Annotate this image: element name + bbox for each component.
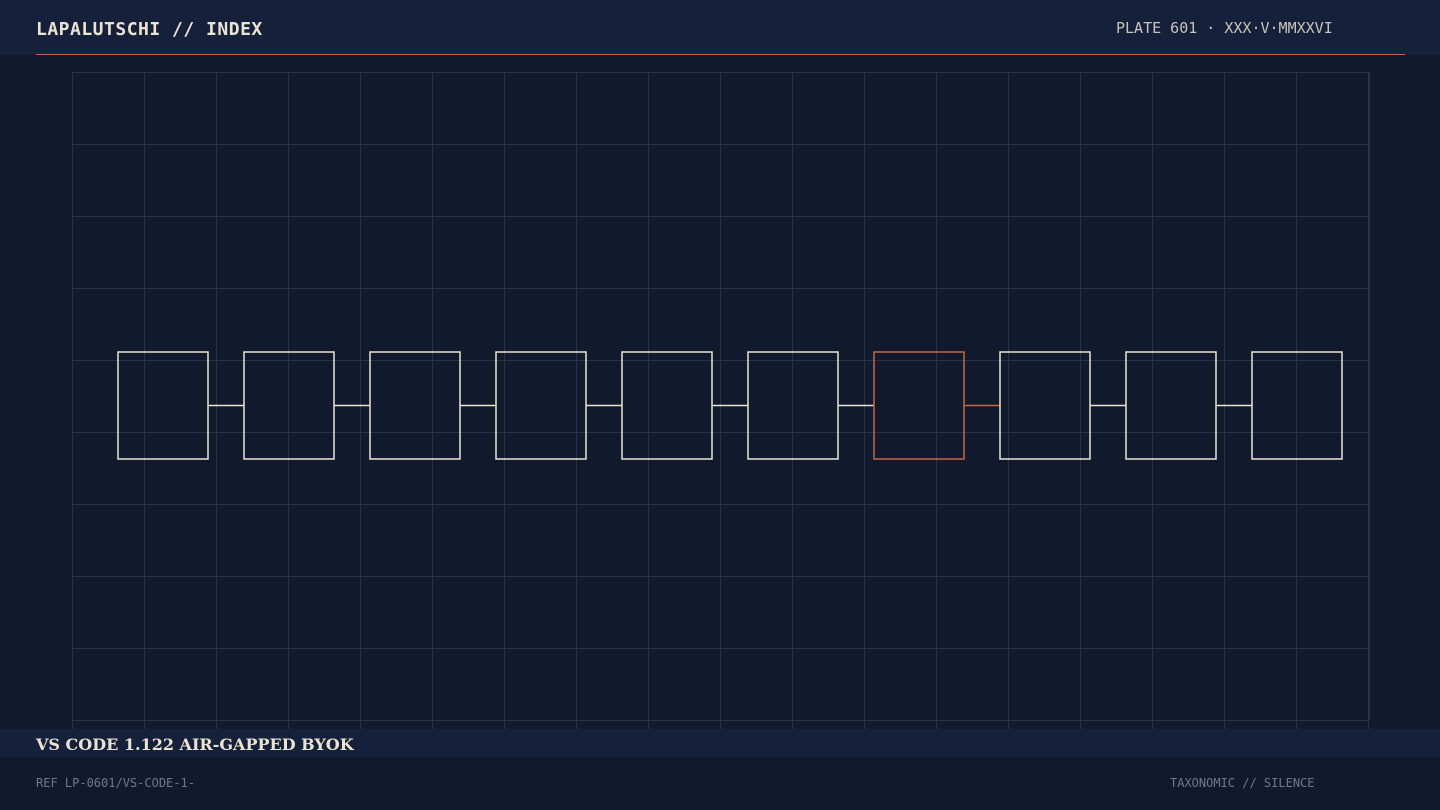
grid-lines xyxy=(72,72,1370,729)
chain-diagram xyxy=(72,72,1370,729)
chain-node xyxy=(1125,351,1217,460)
highlighted-node xyxy=(873,351,965,460)
taxonomy-tag: TAXONOMIC // SILENCE xyxy=(1170,776,1315,790)
chain-node xyxy=(117,351,209,460)
plate-page: LAPALUTSCHI // INDEX PLATE 601 · XXX·V·M… xyxy=(0,0,1440,810)
plate-caption: VS CODE 1.122 AIR-GAPPED BYOK xyxy=(36,735,354,754)
chain-node xyxy=(999,351,1091,460)
chain-node xyxy=(621,351,713,460)
chain-node xyxy=(495,351,587,460)
chain-node xyxy=(369,351,461,460)
reference-code: REF LP-0601/VS-CODE-1- xyxy=(36,776,195,790)
